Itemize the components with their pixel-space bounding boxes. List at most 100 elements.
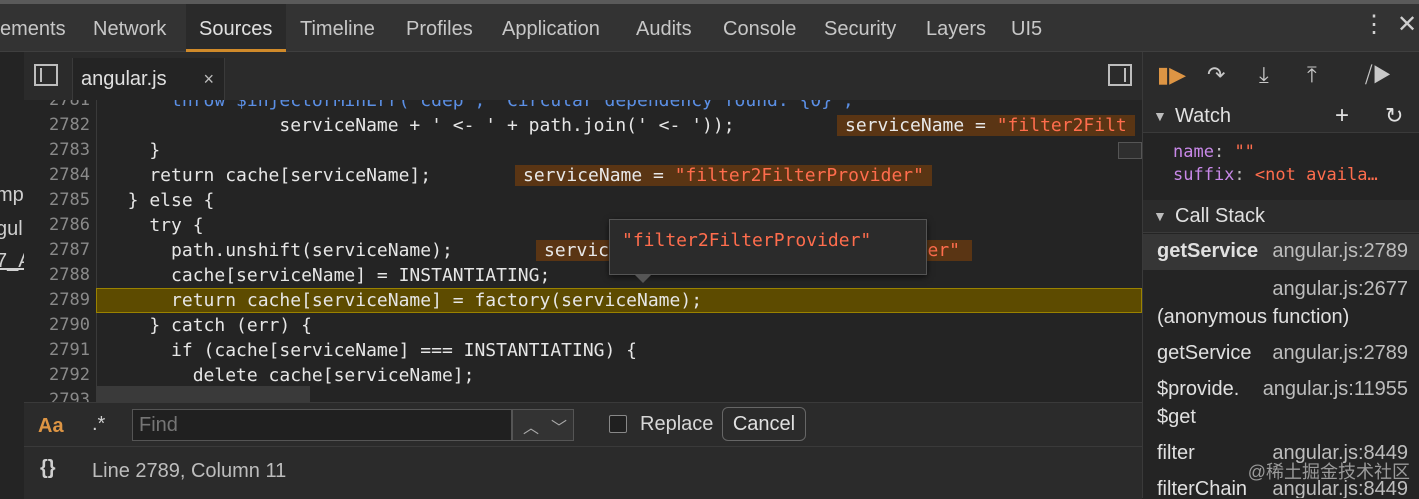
tab-timeline[interactable]: Timeline — [287, 4, 388, 52]
add-watch-icon[interactable]: + — [1335, 100, 1349, 132]
step-into-icon[interactable]: ⤓ — [1259, 62, 1269, 88]
navigator-item[interactable]: gul — [0, 218, 23, 241]
frame-function-line2: $get — [1157, 406, 1196, 428]
call-frame[interactable]: $provide. $get angular.js:11955 — [1143, 372, 1419, 434]
file-tab[interactable]: angular.js × — [72, 58, 225, 100]
tab-profiles[interactable]: Profiles — [393, 4, 486, 52]
line-gutter[interactable]: 2781 2782 2783 2784 2785 2786 2787 2788 … — [24, 100, 97, 402]
code-line: path.unshift(serviceName); — [106, 240, 453, 261]
navigator-item[interactable]: 7_A — [0, 250, 24, 273]
line-number[interactable]: 2784 — [24, 163, 90, 188]
call-stack-title: Call Stack — [1175, 205, 1266, 227]
debugger-sidebar: ▮▶ ↷ ⤓ ⤒ ⧸▶ ▼ Watch + ↻ name: "" suffix:… — [1142, 52, 1419, 498]
devtools-tab-bar: ements Network Sources Timeline Profiles… — [0, 0, 1419, 52]
watch-separator: : — [1213, 142, 1235, 162]
line-number[interactable]: 2786 — [24, 213, 90, 238]
tab-elements[interactable]: ements — [0, 4, 79, 52]
watch-item[interactable]: name: "" — [1173, 142, 1255, 162]
line-number[interactable]: 2781 — [24, 100, 90, 113]
match-case-toggle[interactable]: Aa — [38, 415, 64, 438]
tab-sources[interactable]: Sources — [186, 4, 286, 52]
code-editor[interactable]: 2781 2782 2783 2784 2785 2786 2787 2788 … — [24, 100, 1142, 402]
code-line: if (cache[serviceName] === INSTANTIATING… — [106, 340, 638, 361]
line-number[interactable]: 2790 — [24, 313, 90, 338]
call-frame[interactable]: angular.js:2677 (anonymous function) — [1143, 272, 1419, 336]
find-bar: Aa .* ︿ ﹀ Replace Cancel — [24, 402, 1142, 447]
cancel-button[interactable]: Cancel — [722, 407, 806, 441]
resume-icon[interactable]: ▮▶ — [1157, 62, 1186, 88]
inline-value-badge: serviceName = "filter2Filt — [837, 115, 1135, 136]
inline-value-label: serviceName = — [523, 165, 675, 186]
watch-title: Watch — [1175, 105, 1231, 127]
toggle-debugger-icon[interactable] — [1108, 64, 1132, 86]
frame-location: angular.js:2789 — [1272, 342, 1408, 364]
pretty-print-button[interactable]: {} — [40, 457, 56, 480]
line-number[interactable]: 2782 — [24, 113, 90, 138]
navigator-panel: mp gul 7_A — [0, 52, 25, 498]
watch-value: <not availa… — [1254, 165, 1378, 185]
call-frame[interactable]: getService angular.js:2789 — [1143, 336, 1419, 370]
step-over-icon[interactable]: ↷ — [1207, 62, 1225, 88]
step-out-icon[interactable]: ⤒ — [1307, 62, 1317, 88]
line-number[interactable]: 2788 — [24, 263, 90, 288]
watch-separator: : — [1234, 165, 1255, 185]
watermark: @稀土掘金技术社区 — [1247, 462, 1410, 482]
deactivate-breakpoints-icon[interactable]: ⧸▶ — [1365, 62, 1392, 88]
line-number[interactable]: 2789 — [24, 288, 90, 313]
tab-audits[interactable]: Audits — [623, 4, 705, 52]
inline-value-label: servic — [544, 240, 610, 261]
watch-name: name — [1173, 142, 1214, 162]
frame-function: (anonymous function) — [1157, 306, 1350, 328]
navigator-item[interactable]: mp — [0, 184, 24, 207]
file-tab-label: angular.js — [81, 68, 167, 90]
watch-section-header[interactable]: ▼ Watch + ↻ — [1143, 100, 1419, 133]
watch-value: "" — [1234, 142, 1255, 162]
chevron-up-icon[interactable]: ︿ — [523, 414, 539, 438]
tab-application[interactable]: Application — [489, 4, 613, 52]
frame-function: getService — [1157, 240, 1259, 262]
find-navigation: ︿ ﹀ — [512, 409, 574, 441]
collapse-icon: ▼ — [1153, 108, 1167, 124]
close-icon[interactable]: ✕ — [1397, 10, 1417, 39]
line-number[interactable]: 2785 — [24, 188, 90, 213]
editor-tab-strip: angular.js × — [24, 52, 1142, 101]
refresh-icon[interactable]: ↻ — [1385, 100, 1403, 132]
line-number[interactable]: 2791 — [24, 338, 90, 363]
toggle-navigator-icon[interactable] — [34, 64, 58, 86]
collapse-icon: ▼ — [1153, 208, 1167, 224]
code-line: serviceName + ' <- ' + path.join(' <- ')… — [106, 115, 735, 136]
tab-layers[interactable]: Layers — [913, 4, 999, 52]
tab-console[interactable]: Console — [710, 4, 809, 52]
watch-name: suffix — [1173, 165, 1235, 185]
code-line: try { — [106, 215, 204, 236]
tab-security[interactable]: Security — [811, 4, 909, 52]
tab-ui5[interactable]: UI5 — [998, 4, 1055, 52]
watch-item[interactable]: suffix: <not availa… — [1173, 165, 1378, 185]
line-number[interactable]: 2792 — [24, 363, 90, 388]
find-input[interactable] — [132, 409, 512, 441]
line-number[interactable]: 2783 — [24, 138, 90, 163]
tab-network[interactable]: Network — [80, 4, 179, 52]
call-stack-section-header[interactable]: ▼ Call Stack — [1143, 200, 1419, 233]
line-number[interactable]: 2787 — [24, 238, 90, 263]
replace-checkbox[interactable] — [609, 415, 627, 433]
regex-toggle[interactable]: .* — [92, 413, 105, 436]
inline-value-label: serviceName = — [845, 115, 997, 136]
code-line: return cache[serviceName]; — [106, 165, 432, 186]
code-line: delete cache[serviceName]; — [106, 365, 475, 386]
chevron-down-icon[interactable]: ﹀ — [551, 414, 567, 438]
inline-value-badge: serviceName = "filter2FilterProvider" — [515, 165, 932, 186]
call-frame[interactable]: getService angular.js:2789 — [1143, 234, 1419, 270]
scrollbar-thumb[interactable] — [1118, 142, 1142, 159]
code-line: throw $injectorMinErr('cdep', 'Circular … — [106, 100, 854, 111]
debugger-toolbar: ▮▶ ↷ ⤓ ⤒ ⧸▶ — [1143, 52, 1419, 101]
code-line: } — [106, 140, 161, 161]
code-line: cache[serviceName] = INSTANTIATING; — [106, 265, 551, 286]
more-options-icon[interactable]: ⋮ — [1362, 10, 1386, 39]
frame-function: filter — [1157, 442, 1195, 464]
status-bar: {} Line 2789, Column 11 — [24, 446, 1142, 499]
line-number[interactable]: 2793 — [24, 388, 90, 402]
close-tab-icon[interactable]: × — [203, 58, 214, 100]
horizontal-scrollbar[interactable] — [96, 386, 310, 402]
cursor-position: Line 2789, Column 11 — [92, 460, 287, 482]
